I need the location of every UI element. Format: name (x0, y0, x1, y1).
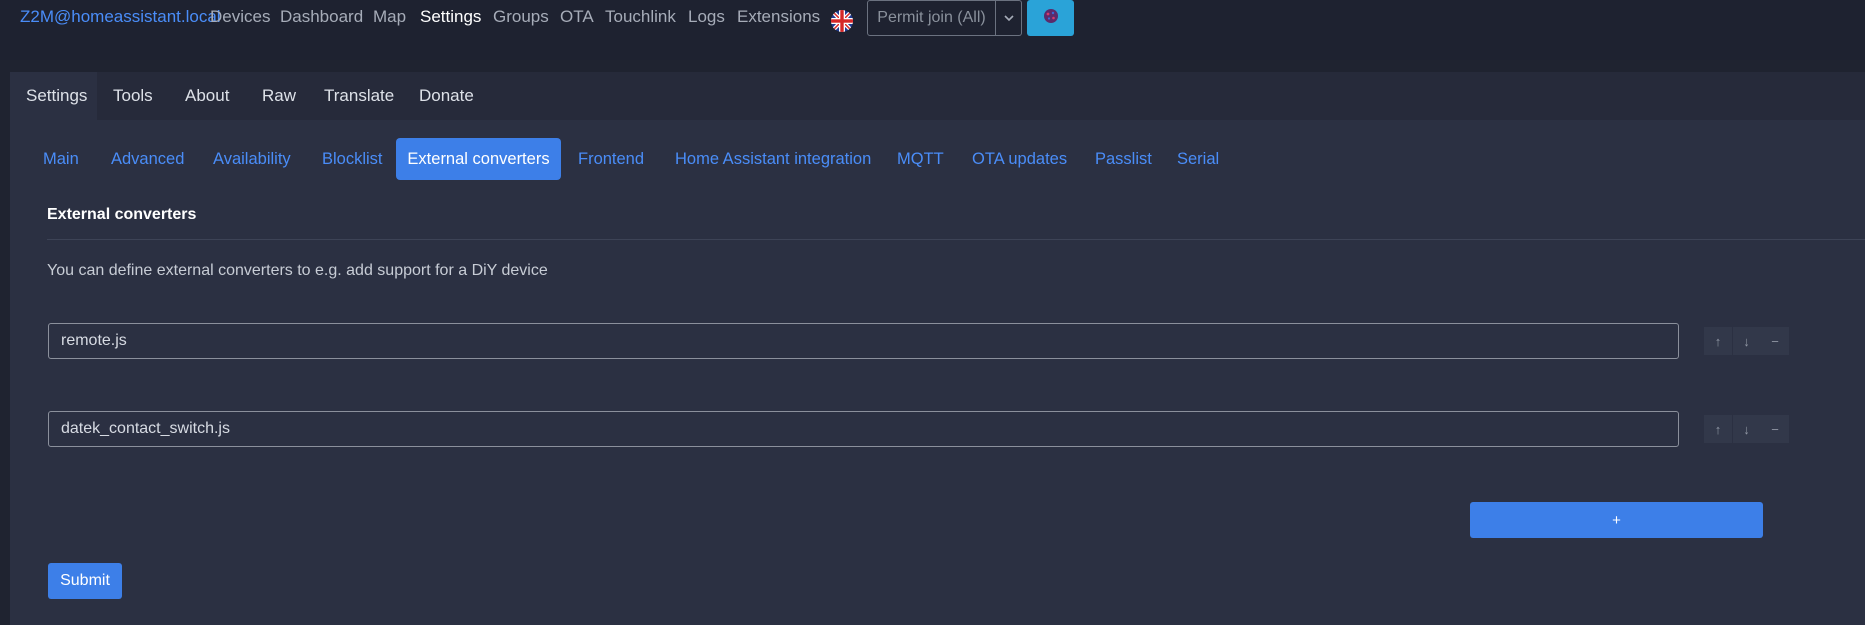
top-navbar: Z2M@homeassistant.local Devices Dashboar… (0, 0, 1865, 60)
nav-map[interactable]: Map (373, 7, 406, 27)
move-up-button[interactable]: ↑ (1704, 327, 1732, 355)
settings-card: Settings Tools About Raw Translate Donat… (10, 72, 1865, 625)
theme-icon (1043, 8, 1059, 29)
item-1-controls: ↑ ↓ − (1704, 327, 1789, 355)
subtab-ota-updates[interactable]: OTA updates (972, 138, 1067, 180)
uk-flag-icon[interactable] (831, 10, 853, 32)
move-down-button[interactable]: ↓ (1732, 327, 1761, 355)
arrow-up-icon: ↑ (1714, 333, 1722, 349)
permit-join-dropdown[interactable] (996, 0, 1022, 36)
divider (47, 239, 1865, 240)
arrow-up-icon: ↑ (1714, 421, 1722, 437)
nav-settings[interactable]: Settings (420, 7, 481, 27)
tab-tools[interactable]: Tools (97, 72, 169, 120)
subtab-main[interactable]: Main (43, 138, 79, 180)
subtab-mqtt[interactable]: MQTT (897, 138, 944, 180)
subtab-frontend[interactable]: Frontend (578, 138, 644, 180)
add-item-button[interactable]: + (1470, 502, 1763, 538)
subtab-availability[interactable]: Availability (213, 138, 291, 180)
arrow-down-icon: ↓ (1743, 333, 1750, 349)
card-tabs: Settings Tools About Raw Translate Donat… (10, 72, 1865, 120)
remove-button[interactable]: − (1761, 327, 1789, 355)
permit-join-button[interactable]: Permit join (All) (867, 0, 996, 36)
nav-groups[interactable]: Groups (493, 7, 549, 27)
section-title: External converters (47, 206, 197, 223)
minus-icon: − (1771, 333, 1779, 349)
subtab-blocklist[interactable]: Blocklist (322, 138, 383, 180)
move-down-button[interactable]: ↓ (1732, 415, 1761, 443)
submit-button[interactable]: Submit (48, 563, 122, 599)
tab-about[interactable]: About (169, 72, 245, 120)
move-up-button[interactable]: ↑ (1704, 415, 1732, 443)
external-converter-input-2[interactable] (48, 411, 1679, 447)
theme-toggle-button[interactable] (1027, 0, 1074, 36)
remove-button[interactable]: − (1761, 415, 1789, 443)
minus-icon: − (1771, 421, 1779, 437)
subtab-passlist[interactable]: Passlist (1095, 138, 1152, 180)
section-description: You can define external converters to e.… (47, 262, 548, 279)
arrow-down-icon: ↓ (1743, 421, 1750, 437)
chevron-down-icon (1003, 11, 1014, 25)
nav-extensions[interactable]: Extensions (737, 7, 820, 27)
tab-settings[interactable]: Settings (10, 72, 97, 120)
nav-logs[interactable]: Logs (688, 7, 725, 27)
subtab-advanced[interactable]: Advanced (111, 138, 184, 180)
brand-link[interactable]: Z2M@homeassistant.local (20, 7, 221, 27)
nav-ota[interactable]: OTA (560, 7, 594, 27)
tab-translate[interactable]: Translate (308, 72, 410, 120)
subtab-external-converters[interactable]: External converters (396, 138, 561, 180)
nav-dashboard[interactable]: Dashboard (280, 7, 363, 27)
nav-devices[interactable]: Devices (210, 7, 270, 27)
subtab-serial[interactable]: Serial (1177, 138, 1219, 180)
nav-touchlink[interactable]: Touchlink (605, 7, 676, 27)
subtab-home-assistant-integration[interactable]: Home Assistant integration (675, 138, 871, 180)
external-converter-input-1[interactable] (48, 323, 1679, 359)
item-2-controls: ↑ ↓ − (1704, 415, 1789, 443)
tab-raw[interactable]: Raw (246, 72, 312, 120)
tab-donate[interactable]: Donate (403, 72, 490, 120)
